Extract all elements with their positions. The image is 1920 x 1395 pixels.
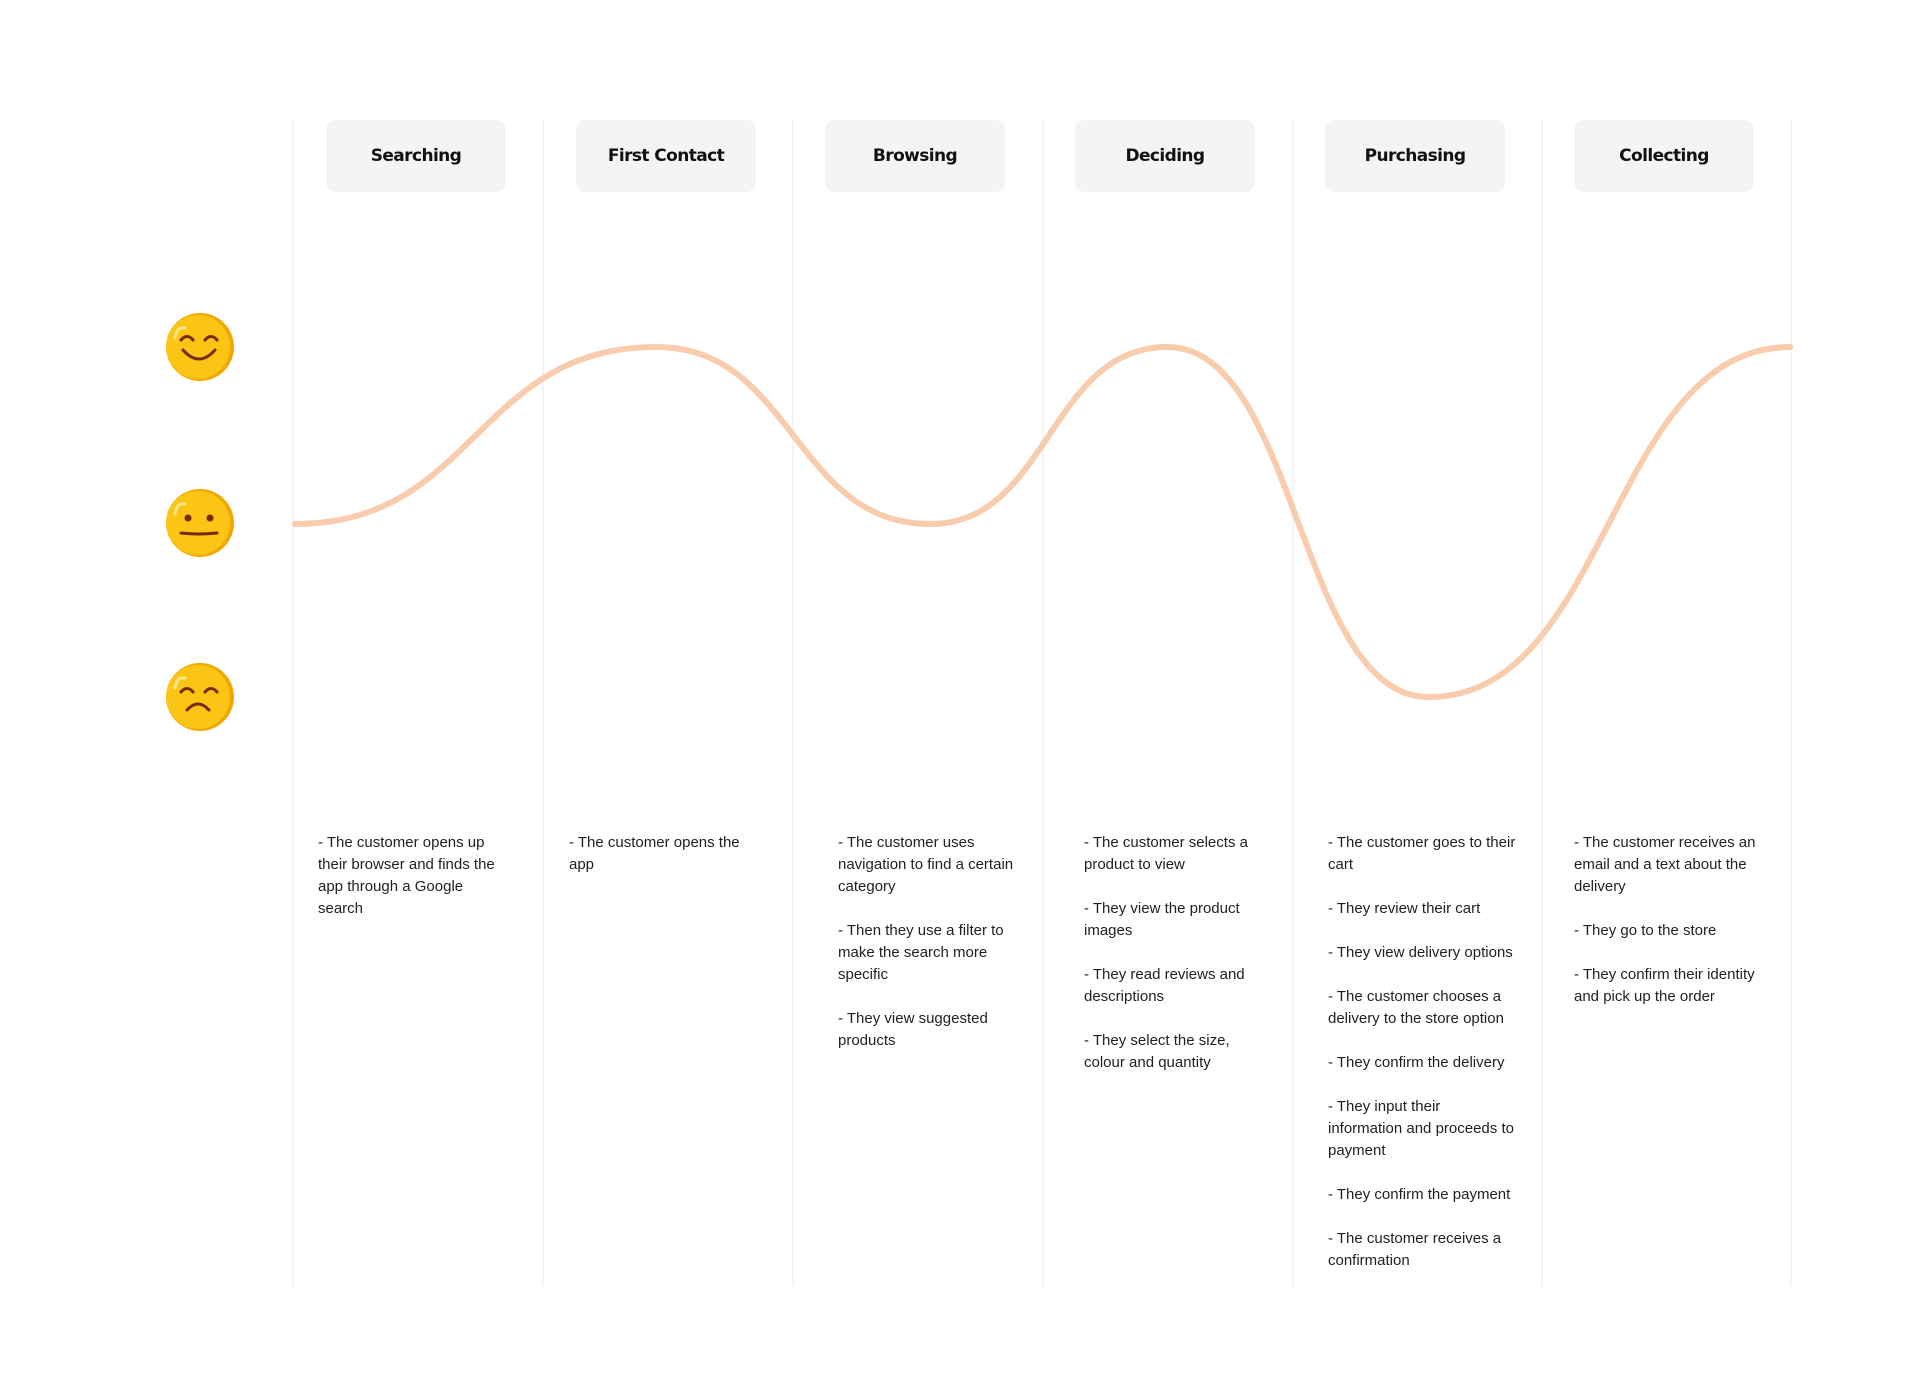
step-item: - The customer receives a confirmation xyxy=(1328,1230,1502,1269)
step-item: - The customer opens up their browser an… xyxy=(318,834,495,917)
step-item: - They view delivery options xyxy=(1328,944,1513,961)
column-divider xyxy=(292,120,294,1286)
step-item: - The customer receives an email and a t… xyxy=(1574,834,1756,895)
column-divider xyxy=(1541,120,1543,1286)
emotion-curve-chart xyxy=(292,343,1794,701)
stage-header-deciding: Deciding xyxy=(1075,120,1255,192)
steps-first-contact: - The customer opens the app xyxy=(569,832,759,898)
step-item: - They input their information and proce… xyxy=(1328,1098,1514,1159)
step-item: - They confirm their identity and pick u… xyxy=(1574,966,1755,1005)
step-item: - They confirm the payment xyxy=(1328,1186,1511,1203)
steps-collecting: - The customer receives an email and a t… xyxy=(1574,832,1764,1030)
steps-browsing: - The customer uses navigation to find a… xyxy=(838,832,1028,1074)
step-item: - They go to the store xyxy=(1574,922,1717,939)
column-divider xyxy=(1292,120,1294,1286)
step-item: - They review their cart xyxy=(1328,900,1481,917)
stage-header-searching: Searching xyxy=(326,120,506,192)
column-divider xyxy=(1790,120,1792,1286)
smiling-face-icon xyxy=(166,313,234,381)
column-divider xyxy=(792,120,794,1286)
step-item: - They read reviews and descriptions xyxy=(1084,966,1245,1005)
stage-header-browsing: Browsing xyxy=(825,120,1005,192)
step-item: - They view the product images xyxy=(1084,900,1240,939)
stage-header-collecting: Collecting xyxy=(1574,120,1754,192)
step-item: - The customer selects a product to view xyxy=(1084,834,1248,873)
steps-searching: - The customer opens up their browser an… xyxy=(318,832,508,942)
step-item: - The customer uses navigation to find a… xyxy=(838,834,1014,895)
column-divider xyxy=(542,120,544,1286)
steps-deciding: - The customer selects a product to view… xyxy=(1084,832,1274,1096)
column-divider xyxy=(1042,120,1044,1286)
neutral-face-icon xyxy=(166,489,234,557)
steps-purchasing: - The customer goes to their cart - They … xyxy=(1328,832,1518,1294)
step-item: - Then they use a filter to make the sea… xyxy=(838,922,1004,983)
stage-header-purchasing: Purchasing xyxy=(1325,120,1505,192)
sad-face-icon xyxy=(166,663,234,731)
step-item: - The customer chooses a delivery to the… xyxy=(1328,988,1504,1027)
step-item: - They confirm the delivery xyxy=(1328,1054,1505,1071)
step-item: - They view suggested products xyxy=(838,1010,988,1049)
step-item: - The customer goes to their cart xyxy=(1328,834,1516,873)
step-item: - The customer opens the app xyxy=(569,834,740,873)
stage-header-first-contact: First Contact xyxy=(576,120,756,192)
step-item: - They select the size, colour and quant… xyxy=(1084,1032,1230,1071)
